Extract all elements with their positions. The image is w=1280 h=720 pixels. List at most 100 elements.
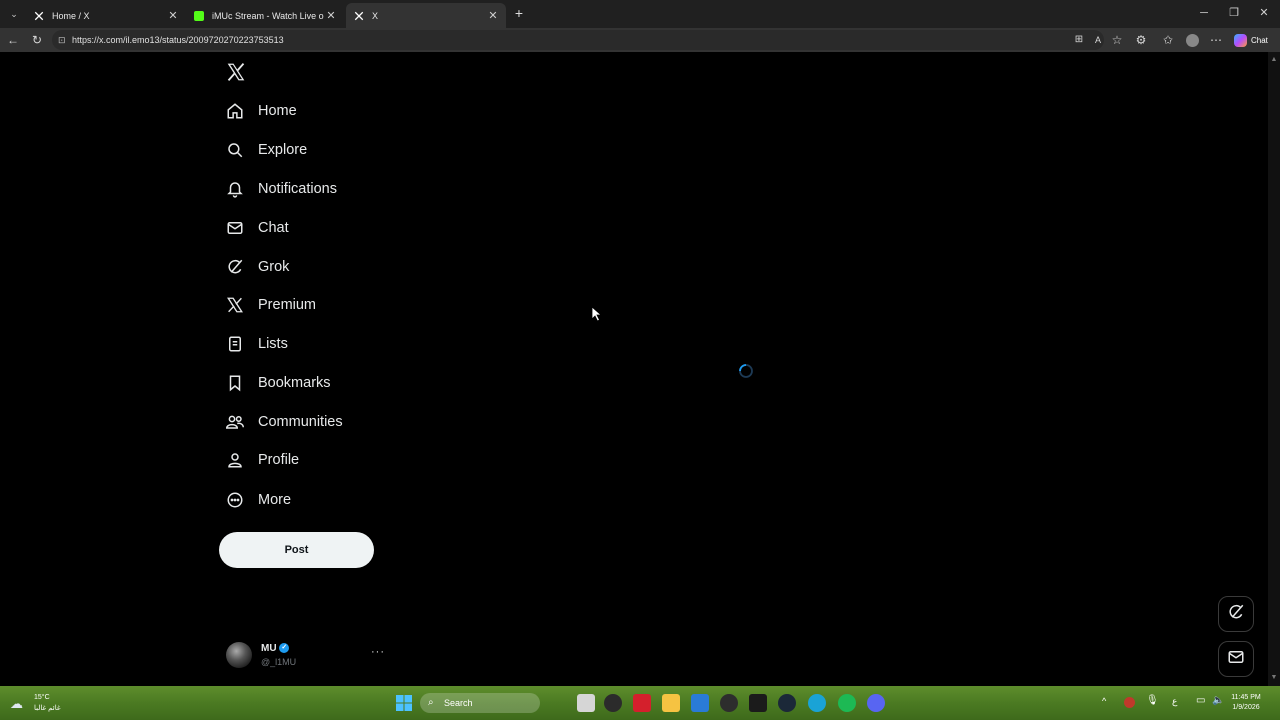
taskbar-search[interactable]: ⌕ Search bbox=[420, 693, 540, 713]
sidebar-item-label: Explore bbox=[258, 142, 308, 158]
windows-taskbar: ☁ 15°C غائم غالبا ⌕ Search ^ 🎙 ع ▭ 🔈 11:… bbox=[0, 686, 1280, 720]
site-info-icon[interactable]: ⊡ bbox=[58, 30, 66, 50]
mail-icon bbox=[1227, 648, 1245, 671]
sidebar-item-explore[interactable]: Explore bbox=[220, 134, 307, 166]
scroll-up-icon[interactable]: ▲ bbox=[1268, 54, 1280, 66]
list-icon bbox=[220, 329, 250, 359]
discord-icon[interactable] bbox=[867, 694, 885, 712]
tab-kick-stream[interactable]: iMUc Stream - Watch Live on Kick ✕ bbox=[186, 3, 344, 28]
grok-icon bbox=[220, 252, 250, 282]
extensions-icon[interactable]: ⚙ bbox=[1132, 31, 1150, 49]
sidebar-item-home[interactable]: Home bbox=[220, 95, 297, 127]
task-view-icon[interactable] bbox=[577, 694, 595, 712]
weather-condition: غائم غالبا bbox=[34, 705, 61, 712]
input-language-indicator[interactable]: ع bbox=[1172, 696, 1177, 707]
tab-title: iMUc Stream - Watch Live on Kick bbox=[212, 10, 324, 21]
sidebar-item-label: Notifications bbox=[258, 181, 337, 197]
network-icon[interactable]: ▭ bbox=[1196, 695, 1205, 706]
volume-icon[interactable]: 🔈 bbox=[1212, 695, 1224, 706]
mouse-cursor-icon bbox=[591, 306, 603, 322]
epic-games-icon[interactable] bbox=[749, 694, 767, 712]
settings-more-icon[interactable]: ⋯ bbox=[1207, 31, 1225, 49]
tab-home-x[interactable]: Home / X ✕ bbox=[26, 3, 186, 28]
sidebar-item-premium[interactable]: Premium bbox=[220, 289, 316, 321]
chat-button-label: Chat bbox=[1251, 35, 1268, 45]
app-icon-obs[interactable] bbox=[604, 694, 622, 712]
browser-tab-bar: ⌄ Home / X ✕ iMUc Stream - Watch Live on… bbox=[0, 0, 1280, 28]
sidebar-item-label: Bookmarks bbox=[258, 375, 331, 391]
microsoft-store-icon[interactable] bbox=[691, 694, 709, 712]
back-icon[interactable]: ← bbox=[4, 31, 22, 49]
close-icon[interactable]: ✕ bbox=[486, 9, 500, 23]
search-icon: ⌕ bbox=[428, 697, 434, 708]
sidebar-item-bookmarks[interactable]: Bookmarks bbox=[220, 367, 331, 399]
close-icon[interactable]: ✕ bbox=[324, 9, 338, 23]
sidebar-item-more[interactable]: More bbox=[220, 484, 291, 516]
page-scrollbar[interactable]: ▲ ▼ bbox=[1268, 52, 1280, 686]
read-aloud-icon[interactable]: A bbox=[1089, 31, 1107, 49]
microphone-icon[interactable]: 🎙 bbox=[1146, 695, 1159, 706]
account-switcher[interactable]: MU ✓ @_l1MU ··· bbox=[226, 640, 386, 672]
more-circle-icon bbox=[220, 485, 250, 515]
spotify-icon[interactable] bbox=[838, 694, 856, 712]
messages-float-button[interactable] bbox=[1218, 641, 1254, 677]
verified-badge-icon: ✓ bbox=[279, 643, 290, 654]
post-button[interactable]: Post bbox=[219, 532, 374, 568]
bookmark-icon bbox=[220, 368, 250, 398]
account-more-icon[interactable]: ··· bbox=[371, 646, 385, 658]
edge-browser-icon[interactable] bbox=[808, 694, 826, 712]
app-icon-amd[interactable] bbox=[633, 694, 651, 712]
sidebar-item-communities[interactable]: Communities bbox=[220, 406, 343, 438]
sidebar-item-label: Communities bbox=[258, 414, 343, 430]
tab-title: Home / X bbox=[52, 10, 90, 21]
sidebar-item-lists[interactable]: Lists bbox=[220, 328, 288, 360]
tray-overflow-icon[interactable]: ^ bbox=[1102, 696, 1106, 706]
tray-app-icon[interactable] bbox=[1124, 697, 1135, 708]
address-bar[interactable]: ⊡ https://x.com/il.emo13/status/20097202… bbox=[52, 30, 1104, 50]
favorites-icon[interactable]: ✩ bbox=[1159, 31, 1177, 49]
app-available-icon[interactable]: ⊞ bbox=[1070, 31, 1088, 49]
browser-toolbar: ← ↻ ⊡ https://x.com/il.emo13/status/2009… bbox=[0, 28, 1280, 52]
url-text: https://x.com/il.emo13/status/2009720270… bbox=[72, 35, 284, 45]
grok-icon bbox=[1227, 603, 1245, 626]
loading-spinner-icon bbox=[737, 362, 755, 380]
sidebar-item-chat[interactable]: Chat bbox=[220, 212, 289, 244]
window-close-button[interactable]: ✕ bbox=[1249, 4, 1279, 22]
copilot-chat-button[interactable]: Chat bbox=[1230, 30, 1276, 50]
x-logo-icon bbox=[220, 290, 250, 320]
close-icon[interactable]: ✕ bbox=[166, 9, 180, 23]
x-page: Home Explore Notifications Chat Grok Pre… bbox=[0, 52, 1268, 686]
home-icon bbox=[220, 96, 250, 126]
tab-x-active[interactable]: X ✕ bbox=[346, 3, 506, 28]
new-tab-button[interactable]: + bbox=[511, 5, 527, 21]
sidebar-item-profile[interactable]: Profile bbox=[220, 444, 299, 476]
x-logo-icon bbox=[32, 9, 46, 23]
x-logo-icon[interactable] bbox=[226, 62, 246, 82]
scroll-down-icon[interactable]: ▼ bbox=[1268, 672, 1280, 684]
clock-date: 1/9/2026 bbox=[1232, 704, 1260, 711]
sidebar-item-notifications[interactable]: Notifications bbox=[220, 173, 337, 205]
search-label: Search bbox=[444, 698, 473, 708]
sidebar-item-label: Grok bbox=[258, 259, 290, 275]
steam-icon[interactable] bbox=[778, 694, 796, 712]
start-button[interactable] bbox=[396, 695, 412, 711]
sidebar-item-grok[interactable]: Grok bbox=[220, 251, 289, 283]
xbox-icon[interactable] bbox=[720, 694, 738, 712]
taskbar-clock[interactable]: 11:45 PM 1/9/2026 bbox=[1226, 693, 1266, 713]
sidebar-item-label: Profile bbox=[258, 452, 300, 468]
communities-icon bbox=[220, 407, 250, 437]
account-handle: @_l1MU bbox=[261, 657, 297, 667]
tab-actions-button[interactable]: ⌄ bbox=[6, 6, 22, 22]
profile-avatar-icon[interactable] bbox=[1183, 31, 1201, 49]
sidebar-item-label: Premium bbox=[258, 297, 317, 313]
weather-temp: 15°C bbox=[34, 694, 50, 701]
bell-icon bbox=[220, 174, 250, 204]
sidebar-item-label: Chat bbox=[258, 220, 289, 236]
minimize-button[interactable]: ─ bbox=[1189, 4, 1219, 22]
grok-float-button[interactable] bbox=[1218, 596, 1254, 632]
restore-button[interactable]: ❐ bbox=[1219, 4, 1249, 22]
file-explorer-icon[interactable] bbox=[662, 694, 680, 712]
reload-icon[interactable]: ↻ bbox=[28, 31, 46, 49]
account-name-row: MU ✓ bbox=[261, 643, 290, 654]
favorite-star-icon[interactable]: ☆ bbox=[1108, 31, 1126, 49]
